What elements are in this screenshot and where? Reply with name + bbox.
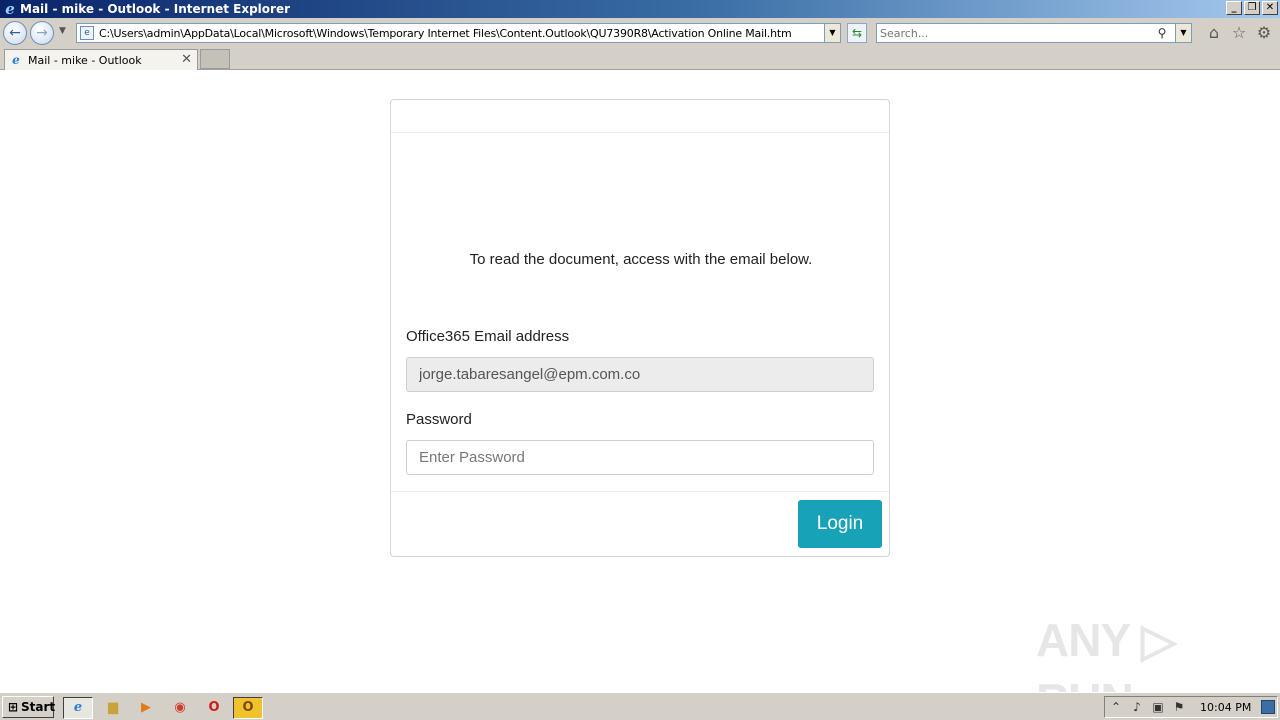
search-dropdown-button[interactable]: ▼ [1175,24,1191,42]
tab-ie-icon: e [12,53,20,67]
tab-label: Mail - mike - Outlook [28,54,142,67]
home-icon[interactable]: ⌂ [1205,24,1223,42]
search-icon[interactable]: ⚲ [1155,26,1169,40]
window-controls: _ ❐ ✕ [1226,1,1278,15]
forward-button[interactable]: → [30,21,54,45]
card-header [391,100,889,133]
instruction-text: To read the document, access with the em… [469,251,813,268]
tab-strip: e Mail - mike - Outlook ✕ [0,48,1280,70]
restore-button[interactable]: ❐ [1244,1,1260,15]
address-dropdown-button[interactable]: ▼ [824,24,840,42]
address-bar[interactable]: e C:\Users\admin\AppData\Local\Microsoft… [76,23,841,43]
taskbar-chrome-icon[interactable]: ◉ [165,697,195,719]
back-button[interactable]: ← [3,21,27,45]
email-label: Office365 Email address [406,328,570,345]
internet-explorer-icon: e [5,0,15,18]
taskbar-ie-icon[interactable]: e [63,697,93,719]
show-hidden-icons-icon[interactable]: ⌃ [1108,699,1124,715]
card-footer-divider [391,491,889,492]
gear-icon[interactable]: ⚙ [1255,24,1273,42]
close-window-button[interactable]: ✕ [1262,1,1278,15]
minimize-button[interactable]: _ [1226,1,1242,15]
login-card: To read the document, access with the em… [390,99,890,557]
taskbar-media-player-icon[interactable]: ▶ [131,697,161,719]
new-tab-button[interactable] [200,49,230,69]
recent-pages-dropdown-icon[interactable]: ▼ [59,26,66,36]
start-label: Start [21,700,56,714]
page-file-icon: e [80,26,94,40]
address-url[interactable]: C:\Users\admin\AppData\Local\Microsoft\W… [99,27,792,40]
anyrun-watermark: ANY ▷ RUN [1036,614,1176,720]
clock[interactable]: 10:04 PM [1200,701,1251,714]
search-box[interactable]: ⚲ ▼ [876,23,1192,43]
window-titlebar: e Mail - mike - Outlook - Internet Explo… [0,0,1280,18]
password-label: Password [406,411,472,428]
taskbar-opera-icon[interactable]: O [199,697,229,719]
system-tray: ⌃ ♪ ▣ ⚑ 10:04 PM [1104,696,1278,718]
taskbar-outlook-icon[interactable]: O [233,697,263,719]
login-button[interactable]: Login [798,500,882,548]
show-desktop-button[interactable] [1261,700,1275,714]
search-input[interactable] [880,25,1150,41]
password-field[interactable] [406,440,874,475]
network-icon[interactable]: ▣ [1150,699,1166,715]
action-center-flag-icon[interactable]: ⚑ [1171,699,1187,715]
navigation-bar: ← → ▼ e C:\Users\admin\AppData\Local\Mic… [0,18,1280,48]
window-title: Mail - mike - Outlook - Internet Explore… [20,2,291,16]
favorites-star-icon[interactable]: ☆ [1230,24,1248,42]
refresh-icon[interactable]: ⇆ [847,23,867,43]
start-button[interactable]: ⊞ Start [2,696,56,718]
close-tab-icon[interactable]: ✕ [181,52,192,67]
tab-mail-outlook[interactable]: e Mail - mike - Outlook ✕ [4,49,198,70]
taskbar: ⊞ Start e ▆ ▶ ◉ O O ⌃ ♪ ▣ ⚑ 10:04 PM [0,692,1280,720]
taskbar-folder-icon[interactable]: ▆ [98,697,128,719]
volume-icon[interactable]: ♪ [1129,699,1145,715]
windows-flag-icon: ⊞ [7,700,19,714]
email-field[interactable] [406,357,874,392]
